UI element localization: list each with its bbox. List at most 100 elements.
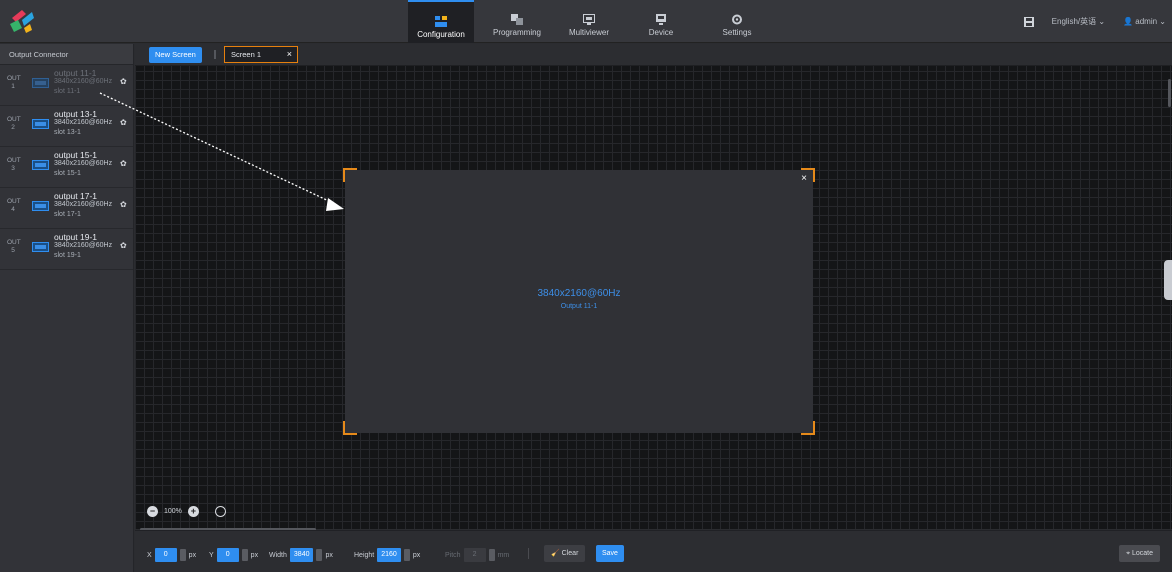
property-bar: X 0 px Y 0 px Width 3840 px Height 2160 … xyxy=(135,530,1172,572)
tab-settings[interactable]: Settings xyxy=(704,0,770,43)
top-bar: Configuration Programming Multiviewer De… xyxy=(0,0,1172,43)
tab-device[interactable]: Device xyxy=(628,0,694,43)
tab-configuration[interactable]: Configuration xyxy=(408,0,474,43)
side-panel-toggle[interactable] xyxy=(1164,260,1172,300)
gear-icon[interactable]: ✿ xyxy=(120,241,127,250)
panel-title: Output Connector xyxy=(0,44,133,65)
reset-zoom-icon[interactable] xyxy=(214,506,226,517)
tab-programming-label: Programming xyxy=(492,28,541,37)
connector-name: output 13-1 xyxy=(54,109,98,119)
close-icon[interactable]: × xyxy=(287,47,292,62)
user-menu[interactable]: 👤 admin ⌄ xyxy=(1123,17,1166,26)
settings-icon xyxy=(732,14,742,25)
language-select[interactable]: English/英语 ⌄ xyxy=(1052,16,1105,27)
height-label: Height xyxy=(354,551,375,559)
resize-handle-bottom-right[interactable] xyxy=(801,421,815,435)
connector-name: output 19-1 xyxy=(54,232,98,242)
width-input[interactable]: 3840 xyxy=(289,548,314,562)
gear-icon[interactable]: ✿ xyxy=(120,118,127,127)
connector-item[interactable]: OUT 5 output 19-1 3840x2160@60Hz slot 19-1 ✿ xyxy=(0,229,133,270)
resize-handle-top-left[interactable] xyxy=(343,168,357,182)
locate-icon: ⌖ xyxy=(1126,550,1131,557)
connector-out-label: OUT 2 xyxy=(7,116,21,131)
tab-device-label: Device xyxy=(648,28,674,37)
zoom-in-icon[interactable]: + xyxy=(187,506,199,517)
connector-item[interactable]: OUT 2 output 13-1 3840x2160@60Hz slot 13-1 ✿ xyxy=(0,106,133,147)
app-window: Configuration Programming Multiviewer De… xyxy=(0,0,1172,572)
screen-output-name: Output 11-1 xyxy=(560,303,598,310)
height-input[interactable]: 2160 xyxy=(377,548,401,562)
divider xyxy=(528,548,529,559)
y-group: Y 0 px xyxy=(209,548,258,562)
width-group: Width 3840 px xyxy=(269,548,333,562)
vertical-scrollbar[interactable] xyxy=(1168,79,1171,107)
height-stepper[interactable] xyxy=(403,549,410,561)
connector-out-label: OUT 5 xyxy=(7,239,21,254)
zoom-controls: − 100% + xyxy=(147,506,226,517)
x-input[interactable]: 0 xyxy=(154,548,177,562)
device-icon xyxy=(656,14,666,25)
height-unit: px xyxy=(412,551,421,559)
zoom-level: 100% xyxy=(164,508,182,515)
language-label: English/英语 xyxy=(1051,17,1097,26)
user-icon: 👤 xyxy=(1123,17,1134,26)
connector-out-label: OUT 4 xyxy=(7,198,21,213)
connector-item[interactable]: OUT 3 output 15-1 3840x2160@60Hz slot 15-1 ✿ xyxy=(0,147,133,188)
screen-layer[interactable]: × 3840x2160@60Hz Output 11-1 xyxy=(343,168,815,435)
top-right-controls: English/英语 ⌄ 👤 admin ⌄ xyxy=(1023,16,1166,27)
x-stepper[interactable] xyxy=(179,549,186,561)
connector-slot: slot 15-1 xyxy=(54,170,81,177)
zoom-out-icon[interactable]: − xyxy=(147,506,158,517)
clear-label: Clear xyxy=(561,550,579,557)
x-group: X 0 px xyxy=(147,548,196,562)
tab-screen-1[interactable]: Screen 1 × xyxy=(224,46,298,63)
canvas-area[interactable]: New Screen Screen 1 × × 3840x2160@60Hz O… xyxy=(135,44,1172,531)
tab-configuration-label: Configuration xyxy=(417,30,465,39)
connector-item[interactable]: OUT 4 output 17-1 3840x2160@60Hz slot 17-1 ✿ xyxy=(0,188,133,229)
resize-handle-bottom-left[interactable] xyxy=(343,421,357,435)
connector-slot: slot 13-1 xyxy=(54,129,81,136)
width-stepper[interactable] xyxy=(316,549,323,561)
hdmi-port-icon xyxy=(32,242,49,252)
close-icon[interactable]: × xyxy=(801,173,807,184)
tab-divider xyxy=(214,50,216,59)
connector-resolution: 3840x2160@60Hz xyxy=(54,201,113,208)
save-icon[interactable] xyxy=(1023,16,1034,27)
gear-icon[interactable]: ✿ xyxy=(120,200,127,209)
connector-out-label: OUT 3 xyxy=(7,157,21,172)
connector-resolution: 3840x2160@60Hz xyxy=(54,78,113,85)
save-button[interactable]: Save xyxy=(596,545,624,562)
clear-button[interactable]: 🧹 Clear xyxy=(544,545,586,562)
configuration-icon xyxy=(435,16,447,27)
app-logo-icon xyxy=(10,10,34,33)
connector-name: output 11-1 xyxy=(54,68,97,78)
tab-multiviewer[interactable]: Multiviewer xyxy=(556,0,622,43)
tab-programming[interactable]: Programming xyxy=(484,0,550,43)
connector-name: output 17-1 xyxy=(54,191,98,201)
pitch-input: 2 xyxy=(463,548,486,562)
width-unit: px xyxy=(325,551,333,559)
connector-resolution: 3840x2160@60Hz xyxy=(54,119,113,126)
chevron-down-icon: ⌄ xyxy=(1098,17,1106,26)
width-label: Width xyxy=(269,551,287,559)
gear-icon[interactable]: ✿ xyxy=(120,159,127,168)
hdmi-port-icon xyxy=(32,119,49,129)
pitch-label: Pitch xyxy=(445,551,461,559)
y-stepper[interactable] xyxy=(241,549,248,561)
connector-resolution: 3840x2160@60Hz xyxy=(54,160,113,167)
locate-button[interactable]: ⌖ Locate xyxy=(1119,545,1160,562)
hdmi-port-icon xyxy=(32,201,49,211)
connector-out-label: OUT 1 xyxy=(7,75,21,90)
y-unit: px xyxy=(250,551,259,559)
pitch-stepper xyxy=(488,549,495,561)
connector-slot: slot 19-1 xyxy=(54,252,81,259)
locate-label: Locate xyxy=(1131,550,1153,557)
connector-slot: slot 17-1 xyxy=(54,211,81,218)
new-screen-button[interactable]: New Screen xyxy=(149,47,202,63)
tab-settings-label: Settings xyxy=(722,28,752,37)
y-input[interactable]: 0 xyxy=(216,548,239,562)
connector-item[interactable]: OUT 1 output 11-1 3840x2160@60Hz slot 11-1 ✿ xyxy=(0,65,133,106)
gear-icon[interactable]: ✿ xyxy=(120,77,127,86)
hdmi-port-icon xyxy=(32,78,49,88)
tab-multiviewer-label: Multiviewer xyxy=(568,28,609,37)
